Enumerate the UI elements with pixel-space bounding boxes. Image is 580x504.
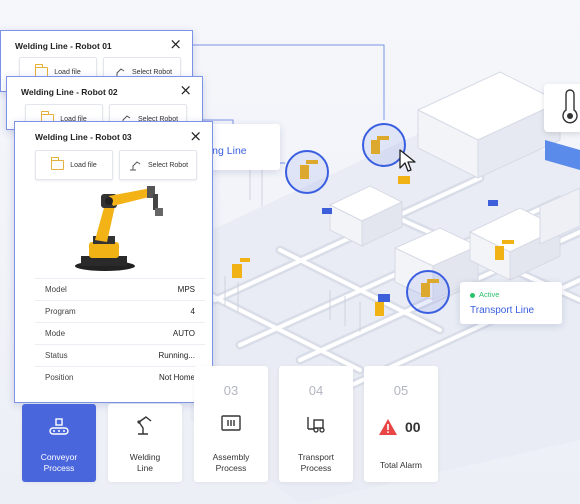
load-file-label: Load file xyxy=(70,161,97,169)
folder-icon xyxy=(51,157,65,170)
popup-title: Welding Line - Robot 02 xyxy=(21,87,118,97)
select-robot-button[interactable]: Select Robot xyxy=(119,150,197,180)
spec-label: Program xyxy=(45,307,76,316)
popup-title: Welding Line - Robot 01 xyxy=(15,41,112,51)
popup-actions: Load file Select Robot xyxy=(35,150,197,180)
alarm-count: 00 xyxy=(405,419,421,435)
tile-total-alarm[interactable]: 05 00 Total Alarm xyxy=(364,366,438,482)
tile-welding-line[interactable]: Welding Line xyxy=(108,404,182,482)
robot-highlight-ring[interactable] xyxy=(285,150,329,194)
tile-assembly-process[interactable]: 03 Assembly Process xyxy=(194,366,268,482)
temperature-bubble[interactable] xyxy=(544,84,580,132)
popup-title: Welding Line - Robot 03 xyxy=(35,132,132,142)
load-file-label: Load file xyxy=(54,68,81,76)
spec-value: MPS xyxy=(177,285,195,294)
spec-value: Running... xyxy=(158,351,195,360)
spec-row-program: Program 4 xyxy=(35,300,205,322)
tile-label: Welding Line xyxy=(108,452,182,474)
forklift-icon xyxy=(307,417,325,433)
spec-label: Mode xyxy=(45,329,66,338)
tile-label-line1: Transport xyxy=(297,452,335,462)
close-icon[interactable]: × xyxy=(179,81,192,99)
warning-icon xyxy=(379,419,397,435)
transport-line-label: Transport Line xyxy=(470,305,535,316)
tile-number: 03 xyxy=(223,383,239,398)
spec-row-position: Position Not Home xyxy=(35,366,205,388)
spec-label: Status xyxy=(45,351,68,360)
mouse-cursor-icon xyxy=(399,149,416,172)
robot-arm-icon xyxy=(129,161,141,171)
status-dot xyxy=(470,293,475,298)
transport-status: Active xyxy=(479,290,500,299)
select-robot-label: Select Robot xyxy=(131,68,173,76)
conveyor-icon xyxy=(49,418,69,435)
tile-label-line2: Process xyxy=(215,463,247,473)
robot-image xyxy=(75,186,163,271)
load-file-button[interactable]: Load file xyxy=(35,150,113,180)
tile-number: 05 xyxy=(393,383,409,398)
thermometer-icon xyxy=(562,89,578,124)
spec-row-mode: Mode AUTO xyxy=(35,322,205,344)
spec-value: 4 xyxy=(190,307,195,316)
select-robot-label: Select Robot xyxy=(147,161,189,169)
alarm-summary: 00 xyxy=(378,418,421,436)
tile-conveyor-process[interactable]: Conveyor Process xyxy=(22,404,96,482)
spec-value: AUTO xyxy=(172,329,195,338)
tile-label: Total Alarm xyxy=(364,460,438,471)
spec-label: Position xyxy=(45,373,74,382)
close-icon[interactable]: × xyxy=(189,127,202,145)
tile-label: Conveyor Process xyxy=(22,452,96,474)
tile-label-line1: Welding xyxy=(129,452,161,462)
tile-transport-process[interactable]: 04 Transport Process xyxy=(279,366,353,482)
robot-highlight-ring[interactable] xyxy=(406,270,450,314)
tile-number: 04 xyxy=(308,383,324,398)
robot-arm-icon xyxy=(137,416,152,435)
transport-line-card[interactable]: Active Transport Line xyxy=(460,282,562,324)
tile-label-line2: Line xyxy=(136,463,154,473)
spec-value: Not Home xyxy=(158,373,195,382)
tile-label-line2: Process xyxy=(43,463,75,473)
assembly-icon xyxy=(221,415,241,431)
tile-label-line2: Process xyxy=(300,463,332,473)
tile-label-line1: Conveyor xyxy=(40,452,78,462)
robot-03-popup: Welding Line - Robot 03 × Load file Sele… xyxy=(14,121,213,403)
spec-row-status: Status Running... xyxy=(35,344,205,366)
tile-label: Transport Process xyxy=(279,452,353,474)
robot-spec-table: Model MPS Program 4 Mode AUTO Status Run… xyxy=(35,278,205,388)
spec-label: Model xyxy=(45,285,67,294)
tile-label-line1: Total Alarm xyxy=(379,460,423,470)
tile-label-line1: Assembly xyxy=(212,452,250,462)
spec-row-model: Model MPS xyxy=(35,278,205,300)
close-icon[interactable]: × xyxy=(169,35,182,53)
tile-label: Assembly Process xyxy=(194,452,268,474)
